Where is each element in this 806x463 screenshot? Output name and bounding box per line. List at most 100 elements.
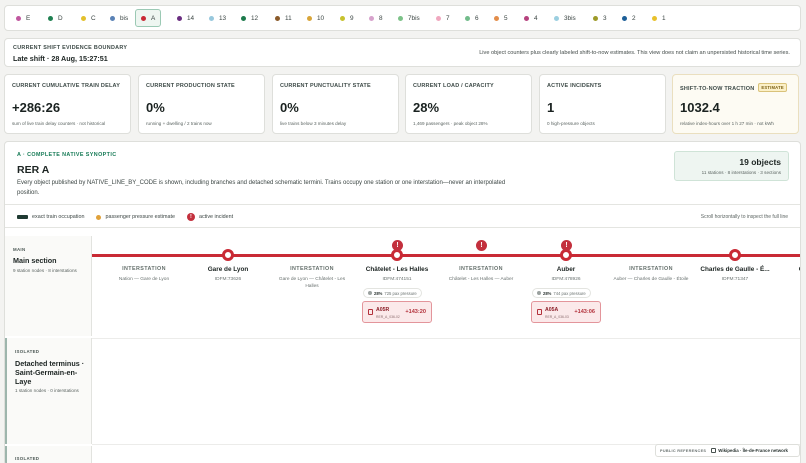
legend-incident: ! active incident <box>186 213 233 221</box>
tab-line-13[interactable]: 13 <box>204 9 231 27</box>
metric-card-production: CURRENT PRODUCTION STATE 0% running + dw… <box>138 74 265 134</box>
tab-line-10[interactable]: 10 <box>302 9 329 27</box>
tab-label: 14 <box>187 14 195 22</box>
objects-summary: 19 objects 11 stations · 8 interstations… <box>674 151 789 181</box>
train-card[interactable]: A05R RER_A_036-02 +143:20 <box>362 301 432 323</box>
metric-label: SHIFT-TO-NOW TRACTION <box>680 86 755 92</box>
legend: exact train occupation passenger pressur… <box>17 213 245 221</box>
station-name: Gare de Lyon <box>207 266 249 273</box>
line-color-dot <box>622 15 627 21</box>
tab-label: 11 <box>285 14 292 22</box>
line-color-dot <box>209 15 214 21</box>
line-color-dot <box>48 15 53 21</box>
tab-label: 6 <box>475 14 479 22</box>
section-kicker: ISOLATED <box>15 349 40 354</box>
alert-icon: ! <box>186 213 195 221</box>
pressure-estimate: 28% 725 pax pressure <box>363 288 422 298</box>
tab-label: A <box>151 14 156 22</box>
train-card[interactable]: A05A RER_A_036-03 +143:06 <box>531 301 601 323</box>
boundary-kicker: CURRENT SHIFT EVIDENCE BOUNDARY <box>13 45 128 51</box>
tab-label: 3bis <box>564 14 576 22</box>
divider <box>5 204 800 205</box>
tab-label: 10 <box>317 14 325 22</box>
metric-value: +286:26 <box>12 100 61 115</box>
station-node-gare-de-lyon[interactable] <box>222 249 234 261</box>
tab-line-9[interactable]: 9 <box>335 9 359 27</box>
interstation-sub: Châtelet - Les Halles — Auber <box>448 277 514 282</box>
section-isolated-saint-germain[interactable]: ISOLATED Detached terminus · Saint-Germa… <box>5 338 92 444</box>
tab-line-12[interactable]: 12 <box>236 9 263 27</box>
line-color-dot <box>465 15 470 21</box>
section-kicker: ISOLATED <box>15 456 40 461</box>
line-color-dot <box>110 15 115 21</box>
occupation-swatch <box>17 215 28 219</box>
metric-value: 28% <box>413 100 440 115</box>
line-color-dot <box>436 15 441 21</box>
tab-label: 2 <box>632 14 636 22</box>
legend-label: exact train occupation <box>32 214 85 220</box>
tab-label: 7 <box>446 14 450 22</box>
synoptic-kicker: A · COMPLETE NATIVE SYNOPTIC <box>17 152 117 158</box>
tab-line-14[interactable]: 14 <box>172 9 199 27</box>
pressure-estimate: 28% 744 pax pressure <box>532 288 591 298</box>
pressure-text: 725 pax pressure <box>384 290 417 296</box>
line-color-dot <box>141 15 146 21</box>
station-id: IDFM:474151 <box>382 277 412 282</box>
interstation-sub: Auber — Charles de Gaulle - Étoile <box>613 277 689 282</box>
train-code: A05R <box>376 307 390 313</box>
section-name: Main section <box>13 256 57 265</box>
pressure-dot <box>368 291 372 295</box>
tab-line-11[interactable]: 11 <box>270 9 297 27</box>
station-node-charles-de-gaulle[interactable] <box>729 249 741 261</box>
interstation-label: INTERSTATION <box>459 266 503 272</box>
tab-line-7[interactable]: 7 <box>431 9 455 27</box>
tab-line-3bis[interactable]: 3bis <box>549 9 581 27</box>
tab-line-7bis[interactable]: 7bis <box>393 9 425 27</box>
line-color-dot <box>241 15 246 21</box>
line-color-dot <box>340 15 345 21</box>
metric-card-incidents: ACTIVE INCIDENTS 1 0 high-pressure objec… <box>539 74 666 134</box>
tab-line-6[interactable]: 6 <box>460 9 484 27</box>
metric-value: 1032.4 <box>680 100 720 115</box>
incident-alert-icon[interactable]: ! <box>476 240 487 251</box>
tab-line-c[interactable]: C <box>76 9 101 27</box>
reference-link[interactable]: Wikipedia · Île-de-France network <box>711 448 788 453</box>
tab-line-3[interactable]: 3 <box>588 9 612 27</box>
tab-label: 1 <box>662 14 666 22</box>
tab-line-bis[interactable]: bis <box>105 9 133 27</box>
tab-label: 12 <box>251 14 259 22</box>
pressure-pct: 28% <box>374 290 383 296</box>
metric-sub: 0 high-pressure objects <box>547 121 595 126</box>
train-run: RER_A_036-02 <box>376 315 400 319</box>
interstation-sub: Gare de Lyon — Châtelet - Les Halles <box>278 277 346 289</box>
tab-line-4[interactable]: 4 <box>519 9 543 27</box>
tab-line-e[interactable]: E <box>11 9 35 27</box>
metric-label: CURRENT PRODUCTION STATE <box>146 83 235 89</box>
tab-line-8[interactable]: 8 <box>364 9 388 27</box>
synoptic-title: RER A <box>17 164 50 176</box>
section-main[interactable]: MAIN Main section 9 station nodes · 8 in… <box>5 236 92 336</box>
boundary-title: Late shift · 28 Aug, 15:27:51 <box>13 54 108 63</box>
synoptic-description: Every object published by NATIVE_LINE_BY… <box>17 180 506 196</box>
objects-count: 19 objects <box>739 157 781 167</box>
incident-alert-icon[interactable]: ! <box>561 240 572 251</box>
incident-alert-icon[interactable]: ! <box>392 240 403 251</box>
divider <box>5 227 800 228</box>
line-color-dot <box>593 15 598 21</box>
metric-label: ACTIVE INCIDENTS <box>547 83 602 89</box>
section-isolated[interactable]: ISOLATED <box>5 446 92 463</box>
line-color-dot <box>494 15 499 21</box>
tab-line-2[interactable]: 2 <box>617 9 641 27</box>
station-id: IDFM:71347 <box>721 277 749 282</box>
tab-line-1[interactable]: 1 <box>647 9 671 27</box>
legend-occupation: exact train occupation <box>17 214 84 220</box>
references-kicker: PUBLIC REFERENCES <box>660 448 707 453</box>
tab-line-a[interactable]: A <box>135 9 162 27</box>
tab-line-d[interactable]: D <box>43 9 68 27</box>
tab-line-5[interactable]: 5 <box>489 9 513 27</box>
train-run: RER_A_036-03 <box>545 315 569 319</box>
tab-label: 13 <box>219 14 227 22</box>
tab-label: 9 <box>350 14 354 22</box>
metric-sub: sum of live train delay counters · not h… <box>12 121 106 126</box>
tab-label: 8 <box>379 14 383 22</box>
